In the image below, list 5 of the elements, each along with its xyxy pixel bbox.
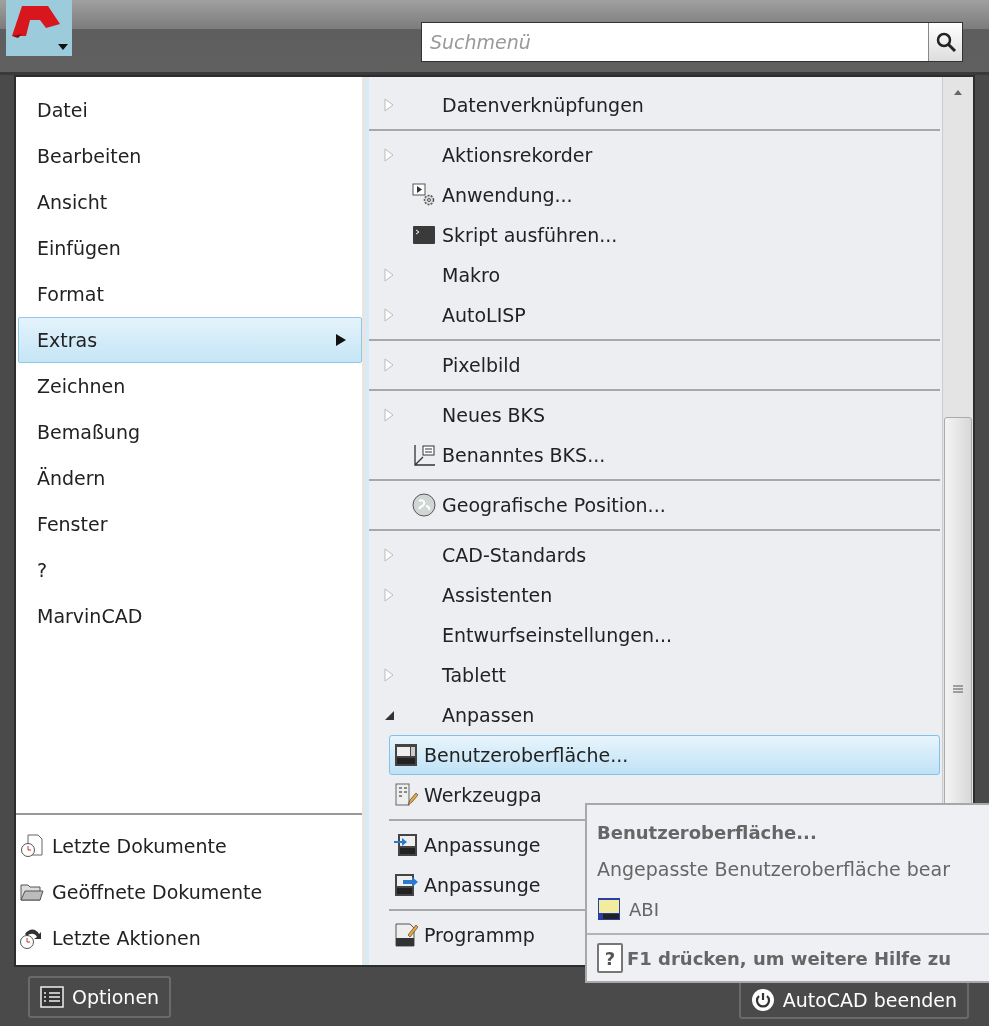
- tooltip-title: Benutzeroberfläche...: [597, 821, 817, 843]
- help-key: ?: [597, 943, 623, 973]
- tooltip-description: Angepasste Benutzeroberfläche bear: [597, 858, 950, 880]
- command-name: ABI: [629, 898, 659, 920]
- help-hint: F1 drücken, um weitere Hilfe zu: [627, 947, 951, 969]
